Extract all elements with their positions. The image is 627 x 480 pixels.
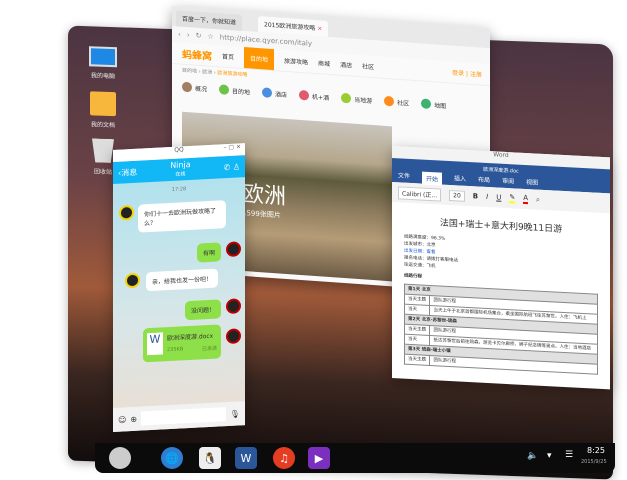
font-select[interactable]: Calibri (正... bbox=[398, 185, 442, 202]
nav-destination[interactable]: 目的地 bbox=[244, 47, 275, 71]
register-link[interactable]: 注册 bbox=[470, 71, 482, 79]
clock-time[interactable]: 8:25 bbox=[587, 446, 605, 455]
nav-home[interactable]: 首页 bbox=[222, 51, 234, 61]
microphone-icon[interactable]: 🎙 bbox=[230, 409, 240, 419]
nav-guides[interactable]: 旅游攻略 bbox=[284, 56, 308, 67]
bold-icon[interactable]: B bbox=[473, 192, 478, 200]
desktop-icon-documents[interactable]: 我的文档 bbox=[73, 91, 133, 130]
highlight-icon[interactable]: ✎ bbox=[509, 193, 516, 204]
underline-icon[interactable]: U bbox=[496, 193, 501, 201]
contact-status: 在线 bbox=[175, 170, 186, 178]
close-tab-icon[interactable]: × bbox=[317, 25, 322, 32]
tab-view[interactable]: 视图 bbox=[526, 177, 538, 191]
taskbar: 🌐 🐧 W ♫ ▶ 🔈 ▾ ☰ 8:25 2015/9/25 bbox=[95, 443, 615, 473]
window-title: QQ bbox=[174, 146, 184, 154]
nav-shop[interactable]: 商城 bbox=[318, 58, 330, 68]
back-icon[interactable]: ‹ bbox=[178, 30, 181, 38]
font-color-icon[interactable]: A bbox=[523, 193, 528, 205]
nav-hotel[interactable]: 酒店 bbox=[340, 60, 352, 70]
cell: 当天主题 bbox=[404, 354, 430, 366]
window-controls[interactable]: – ▢ × bbox=[223, 143, 241, 151]
hero-subtitle: 1599张图片 bbox=[242, 208, 281, 220]
chat-message: 没问题！ bbox=[184, 299, 221, 321]
contact-name: Ninja bbox=[170, 159, 191, 170]
tab-review[interactable]: 审阅 bbox=[502, 176, 514, 190]
qq-taskbar-icon[interactable]: 🐧 bbox=[199, 447, 221, 469]
star-icon[interactable]: ☆ bbox=[208, 32, 214, 40]
back-button[interactable]: ‹消息 bbox=[118, 166, 137, 178]
video-taskbar-icon[interactable]: ▶ bbox=[308, 447, 330, 469]
phone-icon[interactable]: ✆ bbox=[224, 162, 231, 171]
chat-message: 亲，给我也发一份吧！ bbox=[146, 268, 219, 292]
profile-icon[interactable]: ♙ bbox=[233, 162, 240, 171]
desktop-icon-computer[interactable]: 我的电脑 bbox=[73, 46, 133, 81]
word-taskbar-icon[interactable]: W bbox=[235, 447, 257, 469]
hero-title: 欧洲 bbox=[242, 181, 287, 210]
category-hotel[interactable]: 酒店 bbox=[262, 87, 287, 99]
login-link[interactable]: 登录 bbox=[452, 70, 464, 78]
forward-icon[interactable]: › bbox=[187, 31, 190, 39]
recycle-bin-icon bbox=[92, 138, 114, 163]
avatar[interactable] bbox=[226, 328, 241, 345]
chat-message: 有啊 bbox=[196, 242, 221, 263]
message-input[interactable] bbox=[141, 407, 226, 426]
file-message[interactable]: W 欧洲深度游.docx 235KB 已发送 bbox=[143, 324, 221, 363]
itinerary-table: 第1天 北京 当天主题 团队游行程 当天 当天上午于北京首都国际机场集合，乘坐国际航… bbox=[404, 284, 598, 375]
category-map[interactable]: 地图 bbox=[421, 98, 446, 110]
word-file-icon: W bbox=[147, 332, 163, 356]
file-size: 235KB bbox=[167, 346, 184, 354]
avatar[interactable] bbox=[125, 272, 140, 289]
music-taskbar-icon[interactable]: ♫ bbox=[273, 447, 295, 469]
volume-icon[interactable]: 🔈 bbox=[527, 451, 538, 461]
document-title: 法国+瑞士+意大利9晚11日游 bbox=[439, 218, 563, 235]
breadcrumb-item[interactable]: 目的地 bbox=[182, 68, 197, 75]
nav-community[interactable]: 社区 bbox=[362, 61, 374, 71]
word-window: Word 欧洲深度游.doc 文件 开始 插入 布局 审阅 视图 Calibri… bbox=[392, 146, 610, 390]
tab-file[interactable]: 文件 bbox=[398, 170, 410, 184]
breadcrumb-current: 欧洲旅游攻略 bbox=[217, 70, 248, 79]
font-size-select[interactable]: 20 bbox=[449, 189, 465, 202]
laptop-icon bbox=[89, 46, 117, 68]
qq-window: QQ – ▢ × ‹消息 Ninja 在线 ✆ ♙ 17:28 你们十一去欧洲玩做… bbox=[113, 143, 245, 433]
site-logo[interactable]: 蚂蜂窝 bbox=[182, 46, 212, 63]
avatar[interactable] bbox=[119, 204, 134, 221]
file-name: 欧洲深度游.docx bbox=[167, 332, 214, 343]
category-destination[interactable]: 目的地 bbox=[219, 84, 250, 96]
wifi-icon[interactable]: ▾ bbox=[547, 451, 552, 461]
clock-date: 2015/9/25 bbox=[581, 459, 607, 465]
italic-icon[interactable]: I bbox=[486, 193, 488, 201]
tab-insert[interactable]: 插入 bbox=[454, 173, 466, 187]
start-button[interactable] bbox=[109, 447, 131, 469]
tab-home[interactable]: 开始 bbox=[422, 171, 443, 186]
notification-icon[interactable]: ☰ bbox=[565, 450, 573, 460]
browser-taskbar-icon[interactable]: 🌐 bbox=[161, 447, 183, 469]
tab-layout[interactable]: 布局 bbox=[478, 175, 490, 189]
folder-icon bbox=[90, 91, 116, 117]
category-community[interactable]: 社区 bbox=[384, 95, 409, 108]
plus-icon[interactable]: ⊕ bbox=[130, 414, 137, 423]
document-body[interactable]: 法国+瑞士+意大利9晚11日游 线路满意度：96.3% 出发城市：北京 出发日期… bbox=[392, 202, 610, 385]
avatar[interactable] bbox=[226, 241, 241, 258]
file-status: 已发送 bbox=[201, 345, 217, 353]
search-icon[interactable]: ⌕ bbox=[536, 195, 540, 204]
category-overview[interactable]: 概况 bbox=[182, 81, 207, 94]
avatar[interactable] bbox=[226, 298, 241, 315]
category-flight-hotel[interactable]: 机+酒 bbox=[299, 89, 329, 102]
breadcrumb-item[interactable]: 欧洲 bbox=[202, 69, 212, 76]
chat-time: 17:28 bbox=[171, 186, 187, 193]
reload-icon[interactable]: ↻ bbox=[196, 32, 202, 40]
emoji-icon[interactable]: ☺ bbox=[118, 415, 126, 424]
chat-message: 你们十一去欧洲玩做攻略了么？ bbox=[138, 200, 226, 233]
category-local-tour[interactable]: 当地游 bbox=[341, 92, 372, 105]
